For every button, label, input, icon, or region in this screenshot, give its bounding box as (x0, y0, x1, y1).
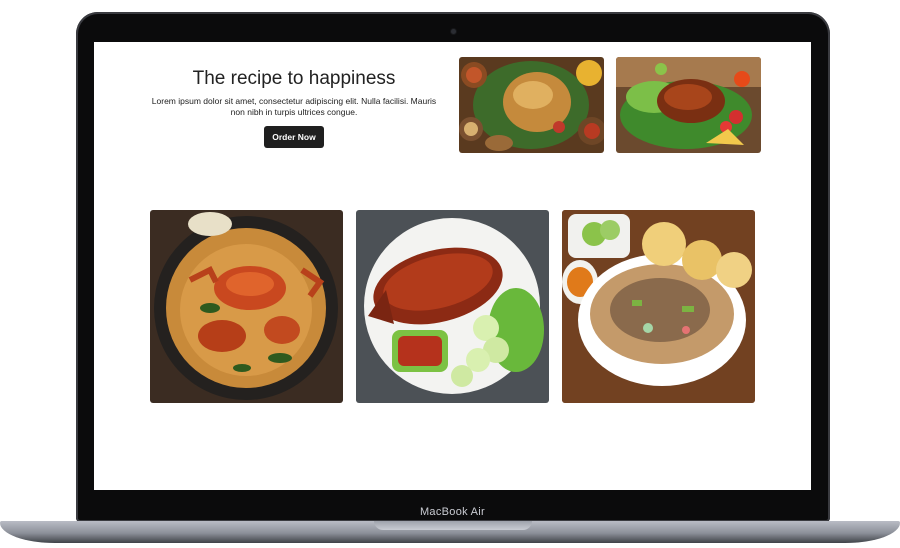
order-now-button[interactable]: Order Now (264, 126, 324, 148)
camera-dot (451, 29, 456, 34)
hero-section: The recipe to happiness Lorem ipsum dolo… (144, 68, 444, 148)
grilled-fish-photo[interactable] (356, 210, 549, 403)
laptop-mockup: The recipe to happiness Lorem ipsum dolo… (0, 0, 900, 548)
hero-title: The recipe to happiness (192, 68, 396, 89)
rice-platter-photo[interactable] (459, 57, 604, 153)
laptop-notch (374, 521, 532, 530)
soto-soup-photo[interactable] (562, 210, 755, 403)
laptop-chin: MacBook Air (94, 490, 811, 522)
hero-description: Lorem ipsum dolor sit amet, consectetur … (151, 96, 437, 117)
website-screen: The recipe to happiness Lorem ipsum dolo… (94, 42, 811, 490)
grilled-chicken-photo[interactable] (616, 57, 761, 153)
laptop-brand-label: MacBook Air (419, 506, 486, 518)
crab-curry-photo[interactable] (150, 210, 343, 403)
